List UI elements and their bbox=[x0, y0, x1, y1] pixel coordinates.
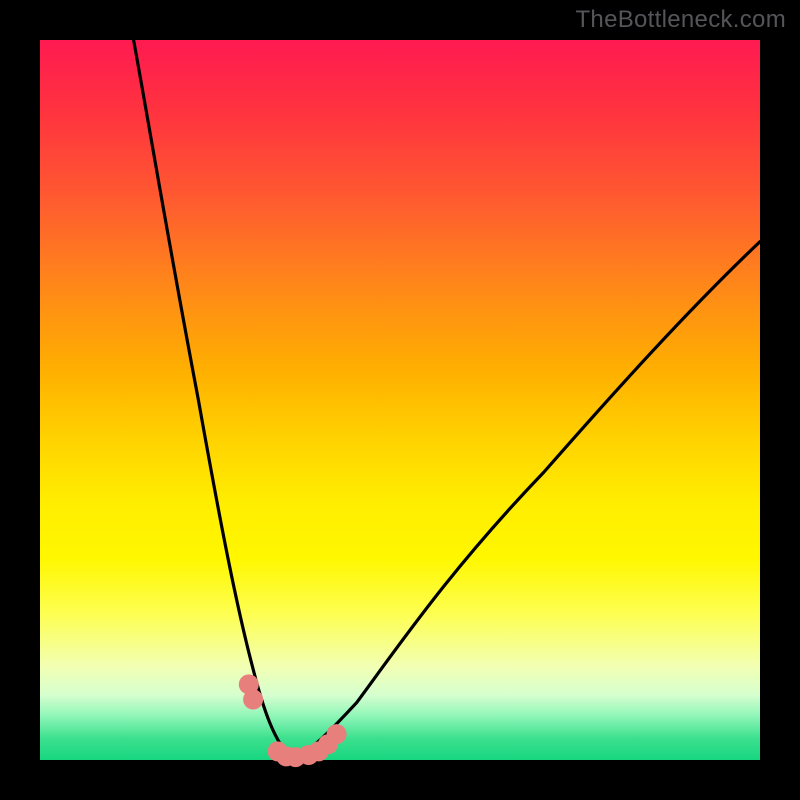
curve-layer bbox=[134, 40, 760, 760]
watermark-text: TheBottleneck.com bbox=[575, 6, 786, 34]
chart-svg bbox=[40, 40, 760, 760]
chart-frame: TheBottleneck.com bbox=[0, 0, 800, 800]
left-curve bbox=[134, 40, 292, 760]
right-curve bbox=[292, 242, 760, 760]
marker-dot bbox=[327, 724, 347, 744]
marker-layer bbox=[239, 674, 347, 767]
marker-dot bbox=[243, 690, 263, 710]
